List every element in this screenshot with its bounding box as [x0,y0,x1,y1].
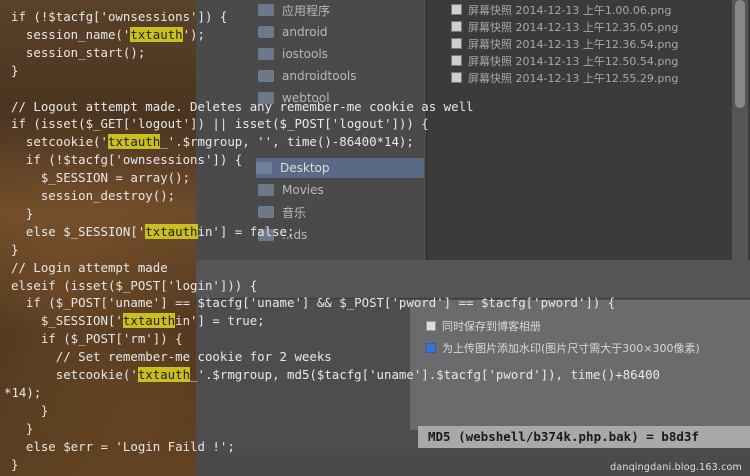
file-row[interactable]: 屏幕快照 2014-12-13 上午12.35.05.png [451,18,750,35]
site-watermark: danqingdani.blog.163.com [610,462,742,473]
folder-icon [258,70,274,82]
image-file-icon [451,55,462,66]
scrollbar[interactable] [732,0,748,280]
code-line: else $_SESSION['txtauthin'] = false; [11,223,295,239]
code-line: session_destroy(); [11,188,176,203]
code-line: } [11,62,19,78]
highlight-match: txtauth [107,134,161,150]
desktop-icon [256,162,272,174]
code-line: if ($_POST['rm']) { [11,331,183,347]
code-line: elseif (isset($_POST['login'])) { [11,277,258,293]
code-line: } [11,205,34,221]
code-line: if (!$tacfg['ownsessions']) { [11,9,228,24]
music-icon [258,206,274,218]
sidebar-item-iostools[interactable]: iostools [258,44,328,64]
sidebar-item-androidtools[interactable]: androidtools [258,66,357,86]
image-file-icon [451,21,462,32]
sidebar-item-applications[interactable]: 应用程序 [258,0,330,20]
add-watermark-checkbox[interactable] [426,343,436,353]
code-line: } [11,420,34,436]
code-line: if (isset($_GET['logout']) || isset($_PO… [11,116,429,132]
code-line: if (!$tacfg['ownsessions']) { [11,152,243,168]
file-row[interactable]: 屏幕快照 2014-12-13 上午12.50.54.png [451,52,750,69]
file-row[interactable]: 屏幕快照 2014-12-13 上午1.00.06.png [451,1,750,18]
md5-output: MD5 (webshell/b374k.php.bak) = b8d3f [418,426,750,448]
scroll-thumb[interactable] [735,0,745,108]
sidebar-item-music[interactable]: 音乐 [258,202,306,222]
code-line: session_start(); [11,44,146,60]
add-watermark-option[interactable]: 为上传图片添加水印(图片尺寸需大于300×300像素) [426,340,700,356]
applications-icon [258,4,274,16]
image-file-icon [451,72,462,83]
highlight-match: txtauth [122,313,176,329]
highlight-match: txtauth [130,26,183,42]
code-line: if ($_POST['uname'] == $tacfg['uname'] &… [11,295,616,311]
code-line: setcookie('txtauth_'.$rmgroup, md5($tacf… [11,367,661,382]
movies-icon [258,184,274,196]
sidebar-item-android[interactable]: android [258,22,328,42]
code-line: } [11,241,19,257]
sidebar-item-desktop[interactable]: Desktop [256,158,424,178]
image-file-icon [451,38,462,49]
code-line: $_SESSION = array(); [11,170,191,186]
folder-icon [258,26,274,38]
file-row[interactable]: 屏幕快照 2014-12-13 上午12.55.29.png [451,69,750,86]
save-to-album-option[interactable]: 同时保存到博客相册 [426,318,541,334]
save-to-album-checkbox[interactable] [426,321,436,331]
code-line: *14); [4,384,42,400]
highlight-match: txtauth [137,367,191,382]
code-line: setcookie('txtauth_'.$rmgroup, '', time(… [11,134,414,150]
sidebar-item-movies[interactable]: Movies [258,180,324,200]
file-row[interactable]: 屏幕快照 2014-12-13 上午12.36.54.png [451,35,750,52]
code-line: } [11,402,49,418]
code-line: else $err = 'Login Faild !'; [11,438,235,454]
folder-icon [258,48,274,60]
code-line: // Logout attempt made. Deletes any reme… [11,98,474,114]
code-line: // Set remember-me cookie for 2 weeks [11,349,332,365]
code-line: } [11,456,19,472]
dialog-toolbar [196,260,750,299]
highlight-match: txtauth [145,223,198,239]
code-line: // Login attempt made [11,259,168,275]
image-file-icon [451,4,462,15]
code-line: session_name('txtauth'); [11,26,205,42]
code-line: $_SESSION['txtauthin'] = true; [11,313,265,329]
